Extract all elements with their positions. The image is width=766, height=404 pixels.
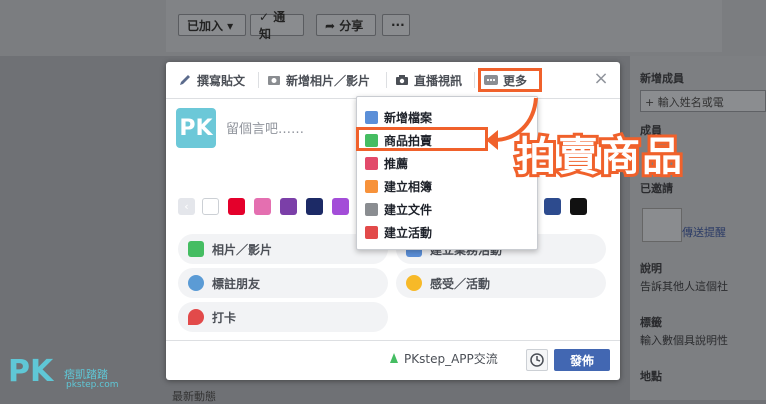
audience-selector[interactable]: PKstep_APP交流 xyxy=(404,350,498,367)
tab-write-post[interactable]: 撰寫貼文 xyxy=(178,70,245,90)
tag-friends-icon xyxy=(188,275,204,291)
color-swatch[interactable] xyxy=(544,198,561,215)
document-icon xyxy=(365,202,378,216)
more-tab-highlight xyxy=(478,68,542,92)
menu-item-recommend-label: 推薦 xyxy=(384,156,409,171)
album-icon xyxy=(365,179,378,193)
add-member-input[interactable]: + 輸入姓名或電 xyxy=(640,90,766,112)
menu-item-create-album[interactable]: 建立相簿 xyxy=(365,176,432,196)
menu-item-create-document-label: 建立文件 xyxy=(384,202,433,217)
menu-item-create-event-label: 建立活動 xyxy=(384,225,433,240)
color-swatch[interactable] xyxy=(254,198,271,215)
menu-item-add-file[interactable]: 新增檔案 xyxy=(365,107,432,127)
tab-live-video[interactable]: 直播視訊 xyxy=(395,70,462,90)
composer-tabs: 撰寫貼文 新增相片／影片 直播視訊 更多 × xyxy=(166,62,620,99)
news-feed-label: 最新動態 xyxy=(172,390,216,403)
tab-divider xyxy=(474,72,475,88)
tab-divider xyxy=(258,72,259,88)
watermark-site: pkstep.com xyxy=(66,380,119,390)
description-text[interactable]: 告訴其他人這個社 xyxy=(640,278,728,294)
more-options-button[interactable]: ··· xyxy=(382,14,410,36)
color-swatch[interactable] xyxy=(332,198,349,215)
new-member-label: 新增成員 xyxy=(640,72,684,85)
post-button[interactable]: 發佈 xyxy=(554,349,610,371)
description-label: 說明 xyxy=(640,262,662,275)
smiley-icon xyxy=(406,275,422,291)
tags-label: 標籤 xyxy=(640,316,662,329)
menu-item-add-file-label: 新增檔案 xyxy=(384,110,433,125)
close-icon[interactable]: × xyxy=(593,70,609,88)
post-text-input[interactable]: 留個言吧…… xyxy=(226,118,304,137)
video-camera-icon xyxy=(395,73,409,87)
tags-text[interactable]: 輸入數個具說明性 xyxy=(640,332,728,348)
tab-live-video-label: 直播視訊 xyxy=(414,73,463,88)
joined-button[interactable]: 已加入 ▾ xyxy=(178,14,246,36)
share-button[interactable]: ➦ 分享 xyxy=(316,14,376,36)
send-reminder-link[interactable]: 傳送提醒 xyxy=(682,224,726,240)
clock-icon xyxy=(530,353,544,367)
tab-add-photo-video-label: 新增相片／影片 xyxy=(286,73,371,88)
color-swatch[interactable] xyxy=(228,198,245,215)
chip-check-in[interactable]: 打卡 xyxy=(178,302,388,332)
calendar-icon xyxy=(365,225,378,239)
composer-footer: PKstep_APP交流 發佈 xyxy=(166,340,620,381)
recommend-icon xyxy=(365,156,378,170)
chip-check-in-label: 打卡 xyxy=(212,310,237,325)
sell-product-highlight xyxy=(356,127,488,151)
group-icon xyxy=(388,352,400,364)
invited-label: 已邀請 xyxy=(640,182,673,195)
menu-item-create-album-label: 建立相簿 xyxy=(384,179,433,194)
location-label: 地點 xyxy=(640,370,662,383)
color-swatch[interactable] xyxy=(570,198,587,215)
envelope-icon xyxy=(642,208,682,242)
chevron-left-icon[interactable]: ‹ xyxy=(178,198,195,215)
annotation-label: 拍賣商品 xyxy=(513,131,685,183)
tab-write-post-label: 撰寫貼文 xyxy=(197,73,246,88)
file-add-icon xyxy=(365,110,378,124)
chip-feeling-activity-label: 感受／活動 xyxy=(430,276,491,291)
avatar: PK xyxy=(176,108,216,148)
chip-tag-friends-label: 標註朋友 xyxy=(212,276,261,291)
chip-photo-video-label: 相片／影片 xyxy=(212,242,273,257)
menu-item-create-event[interactable]: 建立活動 xyxy=(365,222,432,242)
pencil-icon xyxy=(178,73,192,87)
menu-item-create-document[interactable]: 建立文件 xyxy=(365,199,432,219)
menu-item-recommend[interactable]: 推薦 xyxy=(365,153,408,173)
notify-button[interactable]: ✓ 通知 xyxy=(250,10,304,41)
location-pin-icon xyxy=(188,309,204,325)
tab-divider xyxy=(386,72,387,88)
color-swatch[interactable] xyxy=(280,198,297,215)
schedule-button[interactable] xyxy=(526,349,548,371)
color-swatch[interactable] xyxy=(306,198,323,215)
tab-add-photo-video[interactable]: 新增相片／影片 xyxy=(267,70,370,90)
camera-icon xyxy=(267,73,281,87)
color-swatch[interactable] xyxy=(202,198,219,215)
chip-feeling-activity[interactable]: 感受／活動 xyxy=(396,268,606,298)
chip-tag-friends[interactable]: 標註朋友 xyxy=(178,268,388,298)
photo-icon xyxy=(188,241,204,257)
watermark-logo: PK xyxy=(8,354,54,389)
